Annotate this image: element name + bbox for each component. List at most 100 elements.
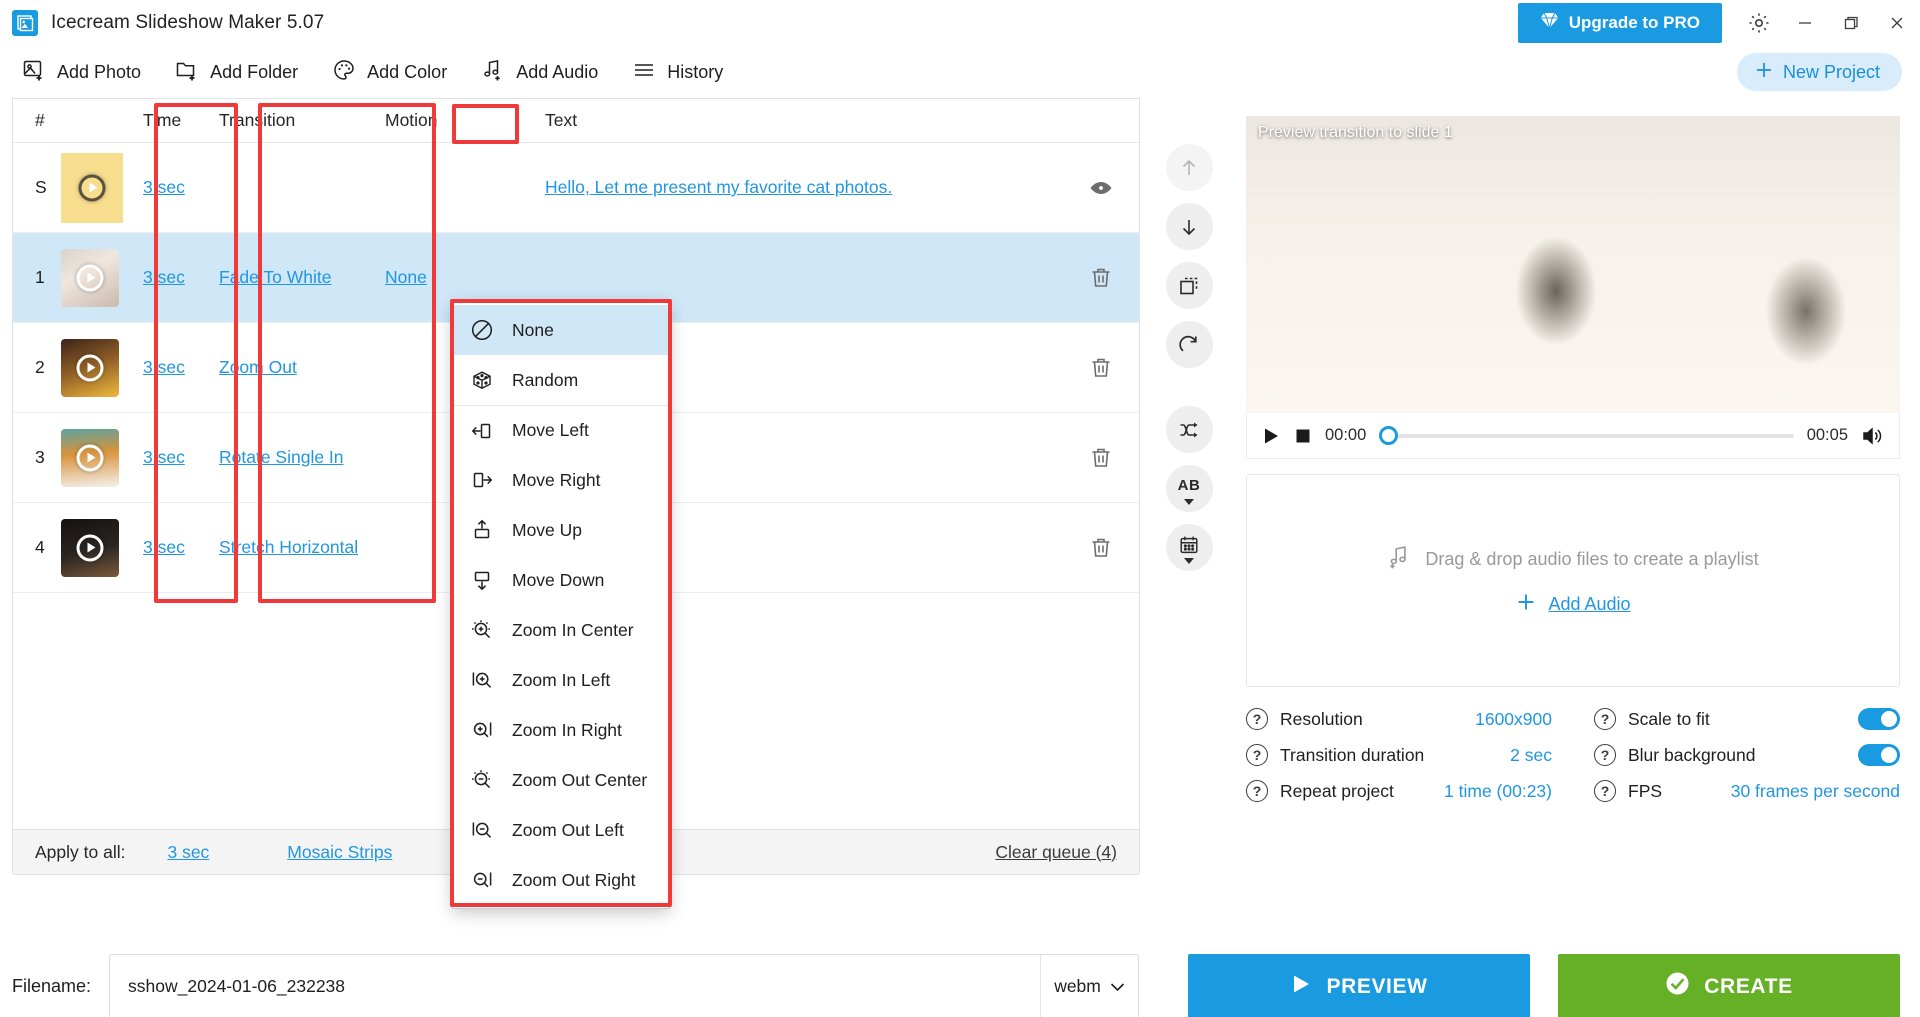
time-link[interactable]: 3 sec bbox=[143, 177, 185, 197]
minimize-icon[interactable] bbox=[1782, 0, 1828, 46]
add-color-button[interactable]: Add Color bbox=[324, 52, 455, 93]
trash-icon[interactable] bbox=[1063, 445, 1139, 471]
add-audio-link[interactable]: Add Audio bbox=[1515, 591, 1630, 618]
add-audio-button[interactable]: Add Audio bbox=[473, 52, 606, 93]
row-time-cell[interactable]: 3 sec bbox=[143, 267, 219, 288]
upgrade-to-pro-button[interactable]: Upgrade to PRO bbox=[1518, 3, 1722, 43]
trash-icon[interactable] bbox=[1063, 265, 1139, 291]
row-time-cell[interactable]: 3 sec bbox=[143, 447, 219, 468]
row-thumbnail-cell[interactable] bbox=[61, 429, 143, 487]
calendar-sort-icon[interactable] bbox=[1166, 524, 1213, 571]
row-transition-cell[interactable]: Stretch Horizontal bbox=[219, 537, 385, 558]
transition-link[interactable]: Zoom Out bbox=[219, 357, 297, 377]
motion-option-random[interactable]: Random bbox=[453, 355, 669, 405]
close-icon[interactable] bbox=[1874, 0, 1920, 46]
format-select[interactable]: webm bbox=[1040, 955, 1138, 1017]
row-motion-cell[interactable]: None bbox=[385, 267, 545, 288]
add-folder-button[interactable]: Add Folder bbox=[167, 52, 306, 93]
motion-option-zoom-out-left[interactable]: Zoom Out Left bbox=[453, 805, 669, 855]
crop-icon[interactable] bbox=[1166, 262, 1213, 309]
motion-option-zoom-in-right[interactable]: Zoom In Right bbox=[453, 705, 669, 755]
trash-icon[interactable] bbox=[1063, 535, 1139, 561]
add-photo-button[interactable]: Add Photo bbox=[14, 52, 149, 93]
eye-icon[interactable] bbox=[1063, 175, 1139, 201]
row-transition-cell[interactable]: Fade To White bbox=[219, 267, 385, 288]
motion-link[interactable]: None bbox=[385, 267, 427, 287]
row-thumbnail-cell[interactable] bbox=[61, 519, 143, 577]
maximize-icon[interactable] bbox=[1828, 0, 1874, 46]
trash-icon[interactable] bbox=[1063, 355, 1139, 381]
clear-queue-link[interactable]: Clear queue (4) bbox=[995, 842, 1117, 863]
time-link[interactable]: 3 sec bbox=[143, 357, 185, 377]
transition-link[interactable]: Rotate Single In bbox=[219, 447, 344, 467]
row-time-cell[interactable]: 3 sec bbox=[143, 357, 219, 378]
volume-icon[interactable] bbox=[1861, 425, 1885, 447]
transition-link[interactable]: Stretch Horizontal bbox=[219, 537, 358, 557]
stop-icon[interactable] bbox=[1294, 427, 1312, 445]
motion-option-move-right[interactable]: Move Right bbox=[453, 455, 669, 505]
audio-playlist-dropzone[interactable]: Drag & drop audio files to create a play… bbox=[1246, 474, 1900, 687]
motion-option-move-up[interactable]: Move Up bbox=[453, 505, 669, 555]
help-icon[interactable]: ? bbox=[1246, 744, 1268, 766]
transition-link[interactable]: Fade To White bbox=[219, 267, 332, 287]
motion-option-move-down[interactable]: Move Down bbox=[453, 555, 669, 605]
slide-thumbnail[interactable] bbox=[61, 339, 119, 397]
play-icon[interactable] bbox=[1261, 426, 1281, 446]
setting-value[interactable]: 1 time (00:23) bbox=[1444, 781, 1552, 802]
row-thumbnail-cell[interactable] bbox=[61, 339, 143, 397]
motion-option-zoom-in-center[interactable]: Zoom In Center bbox=[453, 605, 669, 655]
ab-sort-icon[interactable]: AB bbox=[1166, 465, 1213, 512]
filename-input[interactable] bbox=[110, 955, 1040, 1017]
preview-button[interactable]: PREVIEW bbox=[1188, 954, 1530, 1017]
gear-icon[interactable] bbox=[1736, 0, 1782, 46]
slide-thumbnail[interactable] bbox=[61, 249, 119, 307]
setting-value[interactable]: 1600x900 bbox=[1475, 709, 1552, 730]
motion-option-zoom-out-right[interactable]: Zoom Out Right bbox=[453, 855, 669, 905]
motion-option-move-left[interactable]: Move Left bbox=[453, 405, 669, 455]
blur-background-toggle[interactable] bbox=[1858, 744, 1900, 766]
move-slide-up-button[interactable] bbox=[1166, 144, 1213, 191]
help-icon[interactable]: ? bbox=[1594, 708, 1616, 730]
scale-to-fit-toggle[interactable] bbox=[1858, 708, 1900, 730]
apply-transition-link[interactable]: Mosaic Strips bbox=[287, 842, 392, 863]
apply-time-link[interactable]: 3 sec bbox=[167, 842, 209, 863]
setting-value[interactable]: 30 frames per second bbox=[1731, 781, 1900, 802]
row-time-cell[interactable]: 3 sec bbox=[143, 177, 219, 198]
time-link[interactable]: 3 sec bbox=[143, 447, 185, 467]
motion-option-zoom-in-left[interactable]: Zoom In Left bbox=[453, 655, 669, 705]
time-link[interactable]: 3 sec bbox=[143, 267, 185, 287]
row-thumbnail-cell[interactable] bbox=[61, 249, 143, 307]
seek-slider[interactable] bbox=[1379, 426, 1793, 446]
table-row[interactable]: S 3 sec Hello, Let me present my favorit… bbox=[13, 143, 1139, 233]
shuffle-icon[interactable] bbox=[1166, 406, 1213, 453]
audio-hint: Drag & drop audio files to create a play… bbox=[1387, 544, 1758, 575]
motion-dropdown-menu[interactable]: None Random Move Left bbox=[452, 301, 670, 909]
create-button[interactable]: CREATE bbox=[1558, 954, 1900, 1017]
row-time-cell[interactable]: 3 sec bbox=[143, 537, 219, 558]
help-icon[interactable]: ? bbox=[1594, 780, 1616, 802]
help-icon[interactable]: ? bbox=[1246, 780, 1268, 802]
motion-option-none[interactable]: None bbox=[453, 305, 669, 355]
seek-handle[interactable] bbox=[1379, 426, 1398, 445]
row-transition-cell[interactable]: Zoom Out bbox=[219, 357, 385, 378]
slide-thumbnail[interactable] bbox=[61, 519, 119, 577]
slide-thumbnail[interactable] bbox=[61, 429, 119, 487]
history-button[interactable]: History bbox=[624, 52, 731, 93]
motion-option-zoom-out-center[interactable]: Zoom Out Center bbox=[453, 755, 669, 805]
time-link[interactable]: 3 sec bbox=[143, 537, 185, 557]
new-project-button[interactable]: New Project bbox=[1737, 53, 1902, 91]
format-value: webm bbox=[1054, 976, 1101, 997]
slide-text-link[interactable]: Hello, Let me present my favorite cat ph… bbox=[545, 177, 892, 197]
slide-thumbnail[interactable] bbox=[61, 153, 123, 223]
video-preview[interactable]: Preview transition to slide 1 bbox=[1246, 116, 1900, 413]
row-transition-cell[interactable]: Rotate Single In bbox=[219, 447, 385, 468]
row-text-cell[interactable]: Hello, Let me present my favorite cat ph… bbox=[545, 177, 1063, 198]
row-thumbnail-cell[interactable] bbox=[61, 153, 143, 223]
rotate-cw-icon[interactable] bbox=[1166, 321, 1213, 368]
setting-value[interactable]: 2 sec bbox=[1510, 745, 1552, 766]
add-audio-label[interactable]: Add Audio bbox=[1548, 594, 1630, 615]
preview-button-label: PREVIEW bbox=[1326, 975, 1427, 999]
move-slide-down-button[interactable] bbox=[1166, 203, 1213, 250]
help-icon[interactable]: ? bbox=[1246, 708, 1268, 730]
help-icon[interactable]: ? bbox=[1594, 744, 1616, 766]
